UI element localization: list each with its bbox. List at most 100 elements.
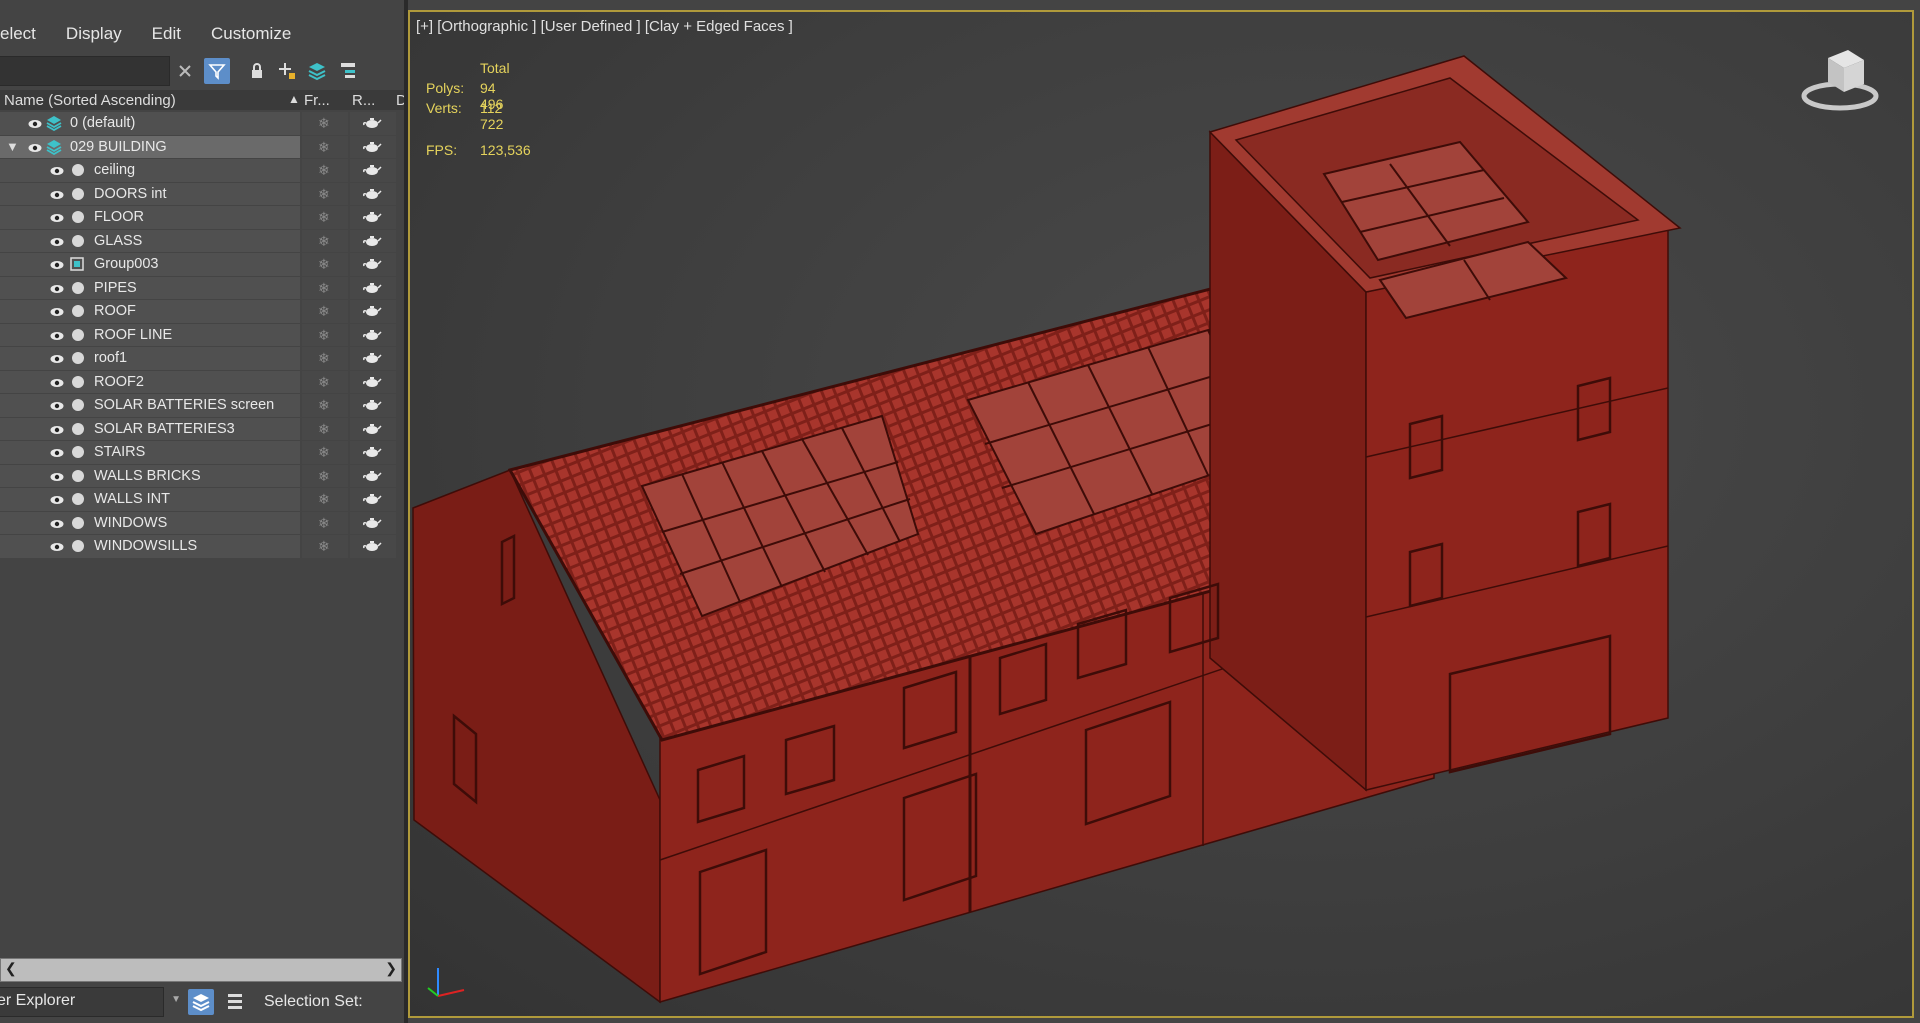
eye-icon[interactable] <box>50 235 64 246</box>
eye-icon[interactable] <box>50 493 64 504</box>
snowflake-icon[interactable]: ❄ <box>318 421 330 438</box>
eye-icon[interactable] <box>50 329 64 340</box>
object-row[interactable]: STAIRS ❄ <box>0 441 400 464</box>
eye-icon[interactable] <box>50 305 64 316</box>
teapot-icon[interactable] <box>362 444 382 458</box>
eye-icon[interactable] <box>50 376 64 387</box>
object-row[interactable]: GLASS ❄ <box>0 229 400 252</box>
teapot-icon[interactable] <box>362 303 382 317</box>
filter-icon[interactable] <box>204 58 230 84</box>
viewcube-icon[interactable] <box>1800 42 1880 112</box>
teapot-icon[interactable] <box>362 350 382 364</box>
teapot-icon[interactable] <box>362 538 382 552</box>
name-cell[interactable] <box>0 300 300 323</box>
eye-icon[interactable] <box>50 399 64 410</box>
snowflake-icon[interactable]: ❄ <box>318 538 330 555</box>
snowflake-icon[interactable]: ❄ <box>318 209 330 226</box>
object-row[interactable]: Group003 ❄ <box>0 253 400 276</box>
close-icon[interactable] <box>172 58 198 84</box>
name-cell[interactable] <box>0 112 300 135</box>
add-layer-icon[interactable] <box>274 58 300 84</box>
layer-row[interactable]: 0 (default) ❄ <box>0 112 400 135</box>
object-row[interactable]: FLOOR ❄ <box>0 206 400 229</box>
snowflake-icon[interactable]: ❄ <box>318 515 330 532</box>
column-render-header[interactable]: R... <box>352 92 375 109</box>
column-frozen-header[interactable]: Fr... <box>304 92 330 109</box>
object-row[interactable]: ceiling ❄ <box>0 159 400 182</box>
name-cell[interactable] <box>0 206 300 229</box>
menu-customize[interactable]: Customize <box>211 24 291 44</box>
expand-triangle-icon[interactable]: ▼ <box>6 139 19 154</box>
snowflake-icon[interactable]: ❄ <box>318 256 330 273</box>
search-input[interactable] <box>0 56 170 86</box>
eye-icon[interactable] <box>50 258 64 269</box>
teapot-icon[interactable] <box>362 162 382 176</box>
teapot-icon[interactable] <box>362 468 382 482</box>
snowflake-icon[interactable]: ❄ <box>318 233 330 250</box>
object-row[interactable]: SOLAR BATTERIES screen ❄ <box>0 394 400 417</box>
menu-edit[interactable]: Edit <box>152 24 181 44</box>
name-cell[interactable] <box>0 347 300 370</box>
teapot-icon[interactable] <box>362 397 382 411</box>
scroll-right-icon[interactable]: ❯ <box>385 960 397 977</box>
eye-icon[interactable] <box>50 540 64 551</box>
layers-icon[interactable] <box>304 58 330 84</box>
object-row[interactable]: WALLS BRICKS ❄ <box>0 464 400 487</box>
snowflake-icon[interactable]: ❄ <box>318 374 330 391</box>
object-row[interactable]: WALLS INT ❄ <box>0 488 400 511</box>
snowflake-icon[interactable]: ❄ <box>318 115 330 132</box>
teapot-icon[interactable] <box>362 280 382 294</box>
name-cell[interactable] <box>0 370 300 393</box>
explorer-type-dropdown[interactable]: er Explorer ▼ <box>0 987 181 1017</box>
teapot-icon[interactable] <box>362 374 382 388</box>
horizontal-scrollbar[interactable]: ❮ ❯ <box>0 958 402 982</box>
menu-display[interactable]: Display <box>66 24 122 44</box>
snowflake-icon[interactable]: ❄ <box>318 350 330 367</box>
eye-icon[interactable] <box>50 352 64 363</box>
eye-icon[interactable] <box>50 164 64 175</box>
teapot-icon[interactable] <box>362 515 382 529</box>
layers-mode-icon[interactable] <box>188 989 214 1015</box>
eye-icon[interactable] <box>50 211 64 222</box>
snowflake-icon[interactable]: ❄ <box>318 280 330 297</box>
eye-icon[interactable] <box>28 117 42 128</box>
eye-icon[interactable] <box>50 423 64 434</box>
object-row[interactable]: roof1 ❄ <box>0 347 400 370</box>
object-row[interactable]: DOORS int ❄ <box>0 182 400 205</box>
snowflake-icon[interactable]: ❄ <box>318 468 330 485</box>
object-row[interactable]: SOLAR BATTERIES3 ❄ <box>0 417 400 440</box>
name-cell[interactable] <box>0 441 300 464</box>
teapot-icon[interactable] <box>362 115 382 129</box>
object-row[interactable]: PIPES ❄ <box>0 276 400 299</box>
column-name-header[interactable]: Name (Sorted Ascending) <box>4 92 176 109</box>
name-cell[interactable] <box>0 229 300 252</box>
teapot-icon[interactable] <box>362 421 382 435</box>
eye-icon[interactable] <box>50 188 64 199</box>
object-row[interactable]: WINDOWSILLS ❄ <box>0 535 400 558</box>
lock-icon[interactable] <box>244 58 270 84</box>
snowflake-icon[interactable]: ❄ <box>318 186 330 203</box>
name-cell[interactable] <box>0 159 300 182</box>
object-row[interactable]: ROOF2 ❄ <box>0 370 400 393</box>
teapot-icon[interactable] <box>362 491 382 505</box>
snowflake-icon[interactable]: ❄ <box>318 444 330 461</box>
teapot-icon[interactable] <box>362 327 382 341</box>
eye-icon[interactable] <box>50 446 64 457</box>
snowflake-icon[interactable]: ❄ <box>318 162 330 179</box>
object-row[interactable]: ROOF ❄ <box>0 300 400 323</box>
teapot-icon[interactable] <box>362 256 382 270</box>
snowflake-icon[interactable]: ❄ <box>318 327 330 344</box>
scroll-left-icon[interactable]: ❮ <box>5 960 17 977</box>
eye-icon[interactable] <box>50 517 64 528</box>
eye-icon[interactable] <box>50 282 64 293</box>
hierarchy-mode-icon[interactable] <box>222 989 248 1015</box>
teapot-icon[interactable] <box>362 186 382 200</box>
viewport[interactable]: [+] [Orthographic ] [User Defined ] [Cla… <box>408 10 1914 1018</box>
teapot-icon[interactable] <box>362 209 382 223</box>
teapot-icon[interactable] <box>362 233 382 247</box>
menu-select[interactable]: elect <box>0 24 36 44</box>
object-row[interactable]: ROOF LINE ❄ <box>0 323 400 346</box>
snowflake-icon[interactable]: ❄ <box>318 303 330 320</box>
snowflake-icon[interactable]: ❄ <box>318 491 330 508</box>
teapot-icon[interactable] <box>362 139 382 153</box>
